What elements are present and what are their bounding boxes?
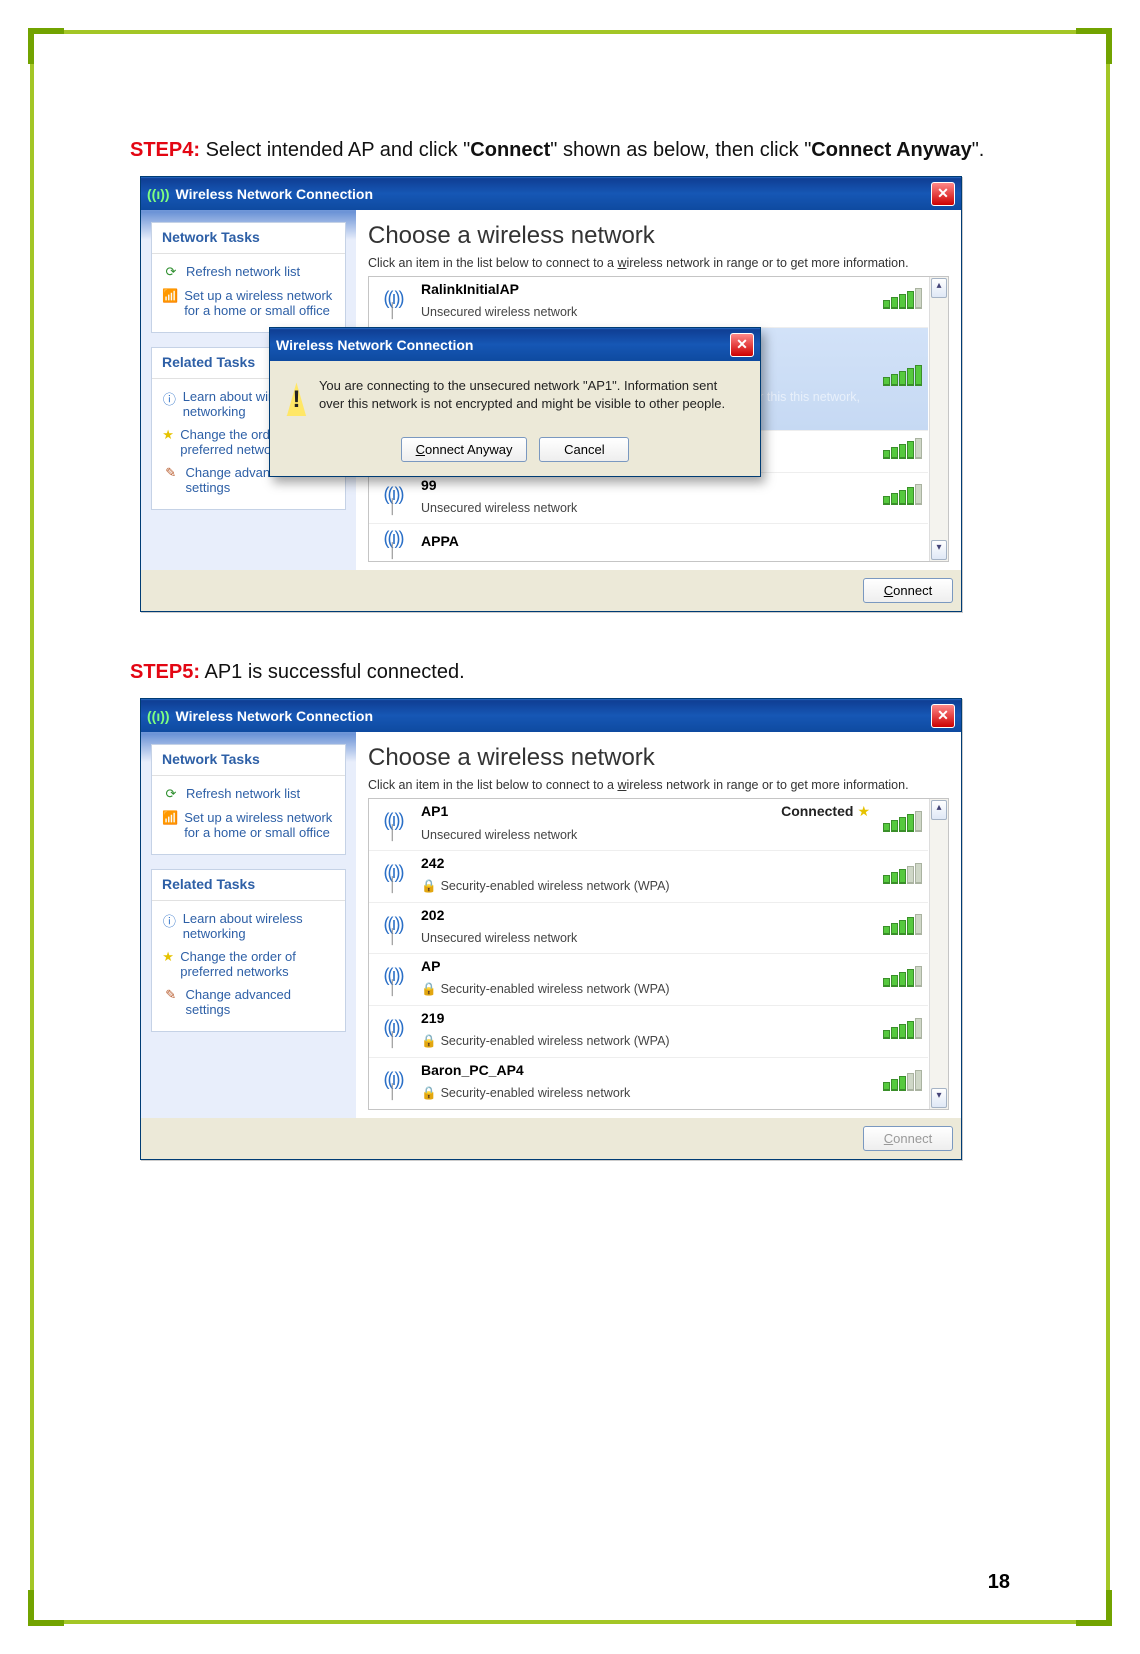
popup-titlebar: Wireless Network Connection ✕ [270, 328, 760, 361]
advanced-link-2[interactable]: ✎Change advanced settings [160, 983, 337, 1021]
lock-icon: 🔒 [421, 879, 437, 893]
titlebar-1: ((ı)) Wireless Network Connection ✕ [141, 177, 961, 210]
setup-link-2[interactable]: 📶Set up a wireless network for a home or… [160, 806, 337, 844]
related-tasks-header-2: Related Tasks [152, 870, 345, 901]
list-item[interactable]: │ 242 🔒Security-enabled wireless network… [369, 851, 928, 903]
hint-1: Click an item in the list below to conne… [368, 256, 949, 270]
signal-icon [880, 438, 922, 462]
wireless-window-2: ((ı)) Wireless Network Connection ✕ Netw… [140, 698, 962, 1160]
lock-icon: 🔒 [421, 982, 437, 996]
popup-message: You are connecting to the unsecured netw… [319, 377, 744, 419]
choose-heading-2: Choose a wireless network [368, 744, 949, 772]
setup-icon: 📶 [162, 810, 178, 826]
window-title-1: Wireless Network Connection [176, 186, 373, 202]
signal-icon [880, 484, 922, 508]
step5-text: STEP5: AP1 is successful connected. [130, 652, 1040, 692]
step4-label: STEP4: [130, 139, 200, 161]
star-icon: ★ [162, 949, 174, 965]
signal-icon [880, 1070, 922, 1094]
main-2: Choose a wireless network Click an item … [356, 732, 961, 1118]
wireless-window-1: ((ı)) Wireless Network Connection ✕ Netw… [140, 176, 962, 612]
refresh-icon: ⟳ [162, 786, 180, 802]
titlebar-2: ((ı)) Wireless Network Connection ✕ [141, 699, 961, 732]
step5-label: STEP5: [130, 661, 200, 683]
connect-anyway-button[interactable]: Connect Anyway [401, 437, 528, 462]
favorite-icon: ★ [857, 803, 870, 819]
signal-icon [880, 288, 922, 312]
gear-icon: ✎ [162, 465, 179, 481]
setup-link[interactable]: 📶Set up a wireless network for a home or… [160, 284, 337, 322]
scroll-up-icon[interactable]: ▴ [931, 800, 947, 820]
window-title-2: Wireless Network Connection [176, 708, 373, 724]
star-icon: ★ [162, 427, 174, 443]
list-item[interactable]: │ 99 Unsecured wireless network [369, 473, 928, 524]
gear-icon: ✎ [162, 987, 179, 1003]
step4-text: STEP4: Select intended AP and click "Con… [130, 130, 1040, 170]
signal-icon [880, 811, 922, 835]
wireless-app-icon: ((ı)) [147, 186, 170, 202]
list-item[interactable]: │ 219 🔒Security-enabled wireless network… [369, 1006, 928, 1058]
sidebar-2: Network Tasks ⟳Refresh network list 📶Set… [141, 732, 356, 1118]
choose-heading-1: Choose a wireless network [368, 222, 949, 250]
signal-icon [880, 966, 922, 990]
refresh-icon: ⟳ [162, 264, 180, 280]
page-number: 18 [988, 1571, 1010, 1594]
scrollbar-2[interactable]: ▴ ▾ [929, 799, 948, 1109]
network-tasks-header-2: Network Tasks [152, 745, 345, 776]
list-item[interactable]: │ APPA [369, 524, 928, 561]
connect-button-2: Connect [863, 1126, 953, 1151]
order-link-2[interactable]: ★Change the order of preferred networks [160, 945, 337, 983]
popup-close-button[interactable]: ✕ [730, 333, 754, 357]
scrollbar-1[interactable]: ▴ ▾ [929, 277, 948, 561]
lock-icon: 🔒 [421, 1034, 437, 1048]
network-list-2: ▴ ▾ │ AP1Connected★ Unsecured wireless n… [368, 798, 949, 1110]
close-button-1[interactable]: ✕ [931, 182, 955, 206]
lock-icon: 🔒 [421, 1086, 437, 1100]
info-icon: ⓘ [162, 911, 177, 930]
list-item[interactable]: │ Baron_PC_AP4 🔒Security-enabled wireles… [369, 1058, 928, 1109]
learn-link-2[interactable]: ⓘLearn about wireless networking [160, 907, 337, 945]
scroll-up-icon[interactable]: ▴ [931, 278, 947, 298]
scroll-down-icon[interactable]: ▾ [931, 540, 947, 560]
connect-button-1[interactable]: Connect [863, 578, 953, 603]
list-item[interactable]: │ RalinkInitialAP Unsecured wireless net… [369, 277, 928, 328]
cancel-button[interactable]: Cancel [539, 437, 629, 462]
setup-icon: 📶 [162, 288, 178, 304]
close-button-2[interactable]: ✕ [931, 704, 955, 728]
list-item[interactable]: │ AP 🔒Security-enabled wireless network … [369, 954, 928, 1006]
signal-icon [880, 1018, 922, 1042]
refresh-link[interactable]: ⟳Refresh network list [160, 260, 337, 284]
signal-icon [880, 914, 922, 938]
scroll-down-icon[interactable]: ▾ [931, 1088, 947, 1108]
info-icon: ⓘ [162, 389, 177, 408]
list-item[interactable]: │ 202 Unsecured wireless network [369, 903, 928, 954]
confirm-popup: Wireless Network Connection ✕ ! You are … [269, 327, 761, 477]
hint-2: Click an item in the list below to conne… [368, 778, 949, 792]
warning-icon: ! [286, 381, 307, 419]
wireless-app-icon: ((ı)) [147, 708, 170, 724]
popup-title: Wireless Network Connection [276, 337, 473, 353]
list-item[interactable]: │ AP1Connected★ Unsecured wireless netwo… [369, 799, 928, 851]
network-tasks-header: Network Tasks [152, 223, 345, 254]
signal-icon [880, 365, 922, 389]
refresh-link-2[interactable]: ⟳Refresh network list [160, 782, 337, 806]
signal-icon [880, 863, 922, 887]
